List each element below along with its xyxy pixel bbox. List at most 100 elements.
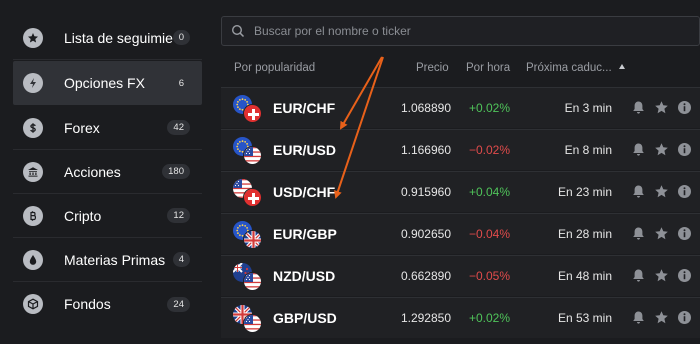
drop-icon — [23, 249, 43, 270]
count-badge: 24 — [167, 296, 190, 312]
search-icon — [231, 24, 245, 38]
bell-icon[interactable] — [631, 268, 646, 283]
hourly-change: +0.04% — [468, 185, 510, 199]
currency-pair-flags — [233, 137, 265, 165]
star-icon — [23, 27, 43, 48]
bitcoin-icon — [23, 205, 43, 226]
us-flag-icon — [243, 146, 262, 165]
column-header-price[interactable]: Precio — [416, 62, 449, 74]
hourly-change: −0.04% — [468, 227, 510, 241]
table-row[interactable]: EUR/USD 1.166960 −0.02% En 8 min — [221, 129, 700, 170]
bank-icon — [23, 161, 43, 182]
bolt-icon — [23, 73, 43, 93]
swiss-flag-icon — [243, 104, 262, 123]
sidebar-item-funds[interactable]: Fondos 24 — [13, 282, 202, 326]
column-header-per-hour[interactable]: Por hora — [466, 62, 510, 74]
star-icon[interactable] — [654, 268, 669, 283]
currency-pair-flags — [233, 179, 265, 207]
sidebar-item-fx-options[interactable]: Opciones FX 6 — [13, 61, 202, 105]
next-expiry: En 48 min — [557, 269, 612, 283]
star-icon[interactable] — [654, 142, 669, 157]
info-icon[interactable] — [677, 310, 692, 325]
price-value: 0.902650 — [400, 227, 451, 241]
sort-by-popularity[interactable]: Por popularidad — [234, 62, 315, 74]
hourly-change: −0.05% — [468, 269, 510, 283]
uk-flag-icon — [243, 230, 262, 249]
pair-name: EUR/GBP — [273, 226, 337, 242]
price-value: 1.068890 — [400, 101, 451, 115]
currency-pair-flags — [233, 263, 265, 291]
dollar-icon — [23, 117, 43, 138]
search-bar[interactable] — [221, 16, 700, 46]
sidebar-item-label: Opciones FX — [64, 75, 145, 91]
count-badge: 12 — [167, 208, 190, 223]
star-icon[interactable] — [654, 100, 669, 115]
asset-list-panel: Por popularidad Precio Por hora Próxima … — [221, 0, 700, 344]
next-expiry: En 8 min — [564, 143, 612, 157]
next-expiry: En 53 min — [557, 311, 612, 325]
bell-icon[interactable] — [631, 310, 646, 325]
sidebar-item-stocks[interactable]: Acciones 180 — [13, 150, 202, 194]
price-value: 0.662890 — [400, 269, 451, 283]
bell-icon[interactable] — [631, 100, 646, 115]
us-flag-icon — [243, 314, 262, 333]
sidebar: Lista de seguimiento 0 Opciones FX 6 For… — [0, 0, 203, 344]
info-icon[interactable] — [677, 142, 692, 157]
pair-name: EUR/USD — [273, 142, 337, 158]
cube-icon — [23, 294, 43, 314]
currency-pair-flags — [233, 95, 265, 123]
sidebar-item-commodities[interactable]: Materias Primas 4 — [13, 238, 202, 282]
info-icon[interactable] — [677, 100, 692, 115]
column-header-expiry[interactable]: Próxima caduc... — [526, 62, 625, 74]
pair-name: EUR/CHF — [273, 100, 336, 116]
currency-pair-flags — [233, 305, 265, 333]
swiss-flag-icon — [243, 188, 262, 207]
table-row[interactable]: EUR/CHF 1.068890 +0.02% En 3 min — [221, 87, 700, 128]
search-input[interactable] — [254, 24, 699, 38]
hourly-change: +0.02% — [468, 311, 510, 325]
star-icon[interactable] — [654, 226, 669, 241]
table-row[interactable]: NZD/USD 0.662890 −0.05% En 48 min — [221, 255, 700, 296]
count-badge: 4 — [172, 252, 190, 267]
sidebar-item-label: Acciones — [64, 163, 121, 180]
sort-asc-icon — [618, 64, 625, 69]
pair-name: NZD/USD — [273, 268, 336, 284]
next-expiry: En 28 min — [557, 227, 612, 241]
pair-name: GBP/USD — [273, 310, 337, 326]
info-icon[interactable] — [677, 226, 692, 241]
sidebar-item-watchlist[interactable]: Lista de seguimiento 0 — [13, 16, 202, 60]
bell-icon[interactable] — [631, 184, 646, 199]
info-icon[interactable] — [677, 184, 692, 199]
sidebar-item-forex[interactable]: Forex 42 — [13, 106, 202, 150]
table-row[interactable]: USD/CHF 0.915960 +0.04% En 23 min — [221, 171, 700, 212]
sidebar-item-label: Materias Primas — [64, 251, 166, 268]
next-expiry: En 23 min — [557, 185, 612, 199]
column-header-expiry-label: Próxima caduc... — [526, 62, 612, 74]
bell-icon[interactable] — [631, 142, 646, 157]
sidebar-item-label: Lista de seguimiento — [64, 29, 173, 46]
table-row[interactable]: EUR/GBP 0.902650 −0.04% En 28 min — [221, 213, 700, 254]
star-icon[interactable] — [654, 310, 669, 325]
info-icon[interactable] — [677, 268, 692, 283]
us-flag-icon — [243, 272, 262, 291]
sidebar-item-crypto[interactable]: Cripto 12 — [13, 194, 202, 238]
table-row[interactable]: GBP/USD 1.292850 +0.02% En 53 min — [221, 297, 700, 338]
count-badge: 42 — [167, 120, 190, 135]
table-header: Por popularidad Precio Por hora Próxima … — [221, 58, 700, 80]
count-badge: 6 — [178, 77, 184, 89]
count-badge: 0 — [172, 30, 190, 45]
pair-name: USD/CHF — [273, 184, 336, 200]
price-value: 0.915960 — [400, 185, 451, 199]
price-value: 1.166960 — [400, 143, 451, 157]
count-badge: 180 — [162, 164, 190, 179]
sidebar-item-label: Fondos — [64, 296, 111, 312]
hourly-change: −0.02% — [468, 143, 510, 157]
sidebar-item-label: Cripto — [64, 207, 102, 224]
sidebar-item-label: Forex — [64, 119, 100, 136]
currency-pair-flags — [233, 221, 265, 249]
bell-icon[interactable] — [631, 226, 646, 241]
price-value: 1.292850 — [400, 311, 451, 325]
hourly-change: +0.02% — [468, 101, 510, 115]
next-expiry: En 3 min — [564, 101, 612, 115]
star-icon[interactable] — [654, 184, 669, 199]
